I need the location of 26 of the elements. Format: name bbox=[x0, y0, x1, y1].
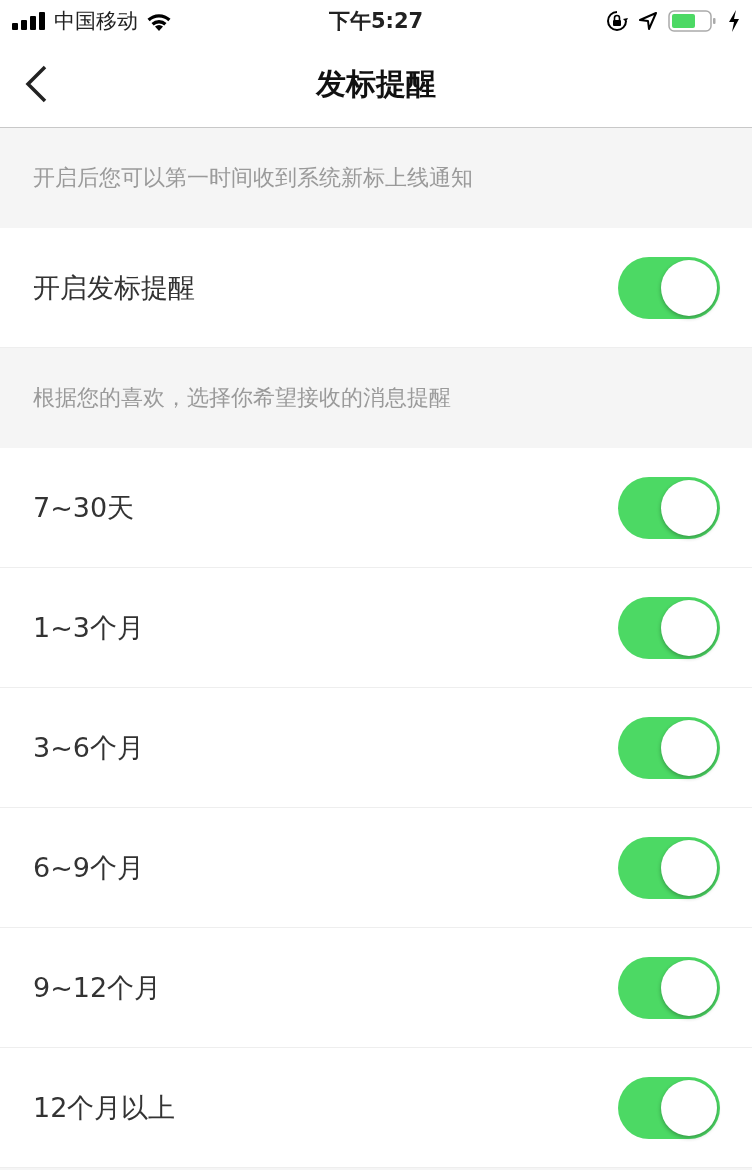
toggle-switch[interactable] bbox=[618, 716, 720, 779]
charging-bolt-icon bbox=[728, 10, 740, 32]
section-hint: 根据您的喜欢，选择你希望接收的消息提醒 bbox=[33, 384, 451, 412]
setting-label: 3~6个月 bbox=[33, 730, 144, 765]
signal-icon bbox=[12, 12, 46, 30]
setting-label: 7~30天 bbox=[33, 490, 135, 525]
status-time: 下午5:27 bbox=[328, 8, 424, 35]
page-title: 发标提醒 bbox=[316, 65, 436, 103]
location-arrow-icon bbox=[638, 11, 658, 31]
toggle-switch[interactable] bbox=[618, 836, 720, 899]
carrier-name: 中国移动 bbox=[54, 8, 138, 35]
setting-label: 9~12个月 bbox=[33, 970, 162, 1005]
wifi-icon bbox=[146, 11, 172, 31]
toggle-switch[interactable] bbox=[618, 956, 720, 1019]
section-hint: 开启后您可以第一时间收到系统新标上线通知 bbox=[33, 164, 473, 192]
rotation-lock-icon bbox=[606, 10, 628, 32]
toggle-switch[interactable] bbox=[618, 1076, 720, 1139]
toggle-switch[interactable] bbox=[618, 476, 720, 539]
toggle-switch[interactable] bbox=[618, 596, 720, 659]
setting-label: 开启发标提醒 bbox=[33, 270, 195, 305]
setting-label: 1~3个月 bbox=[33, 610, 144, 645]
back-icon[interactable] bbox=[24, 64, 48, 104]
toggle-switch[interactable] bbox=[618, 256, 720, 319]
battery-icon bbox=[668, 10, 718, 32]
setting-label: 6~9个月 bbox=[33, 850, 144, 885]
setting-label: 12个月以上 bbox=[33, 1090, 176, 1125]
